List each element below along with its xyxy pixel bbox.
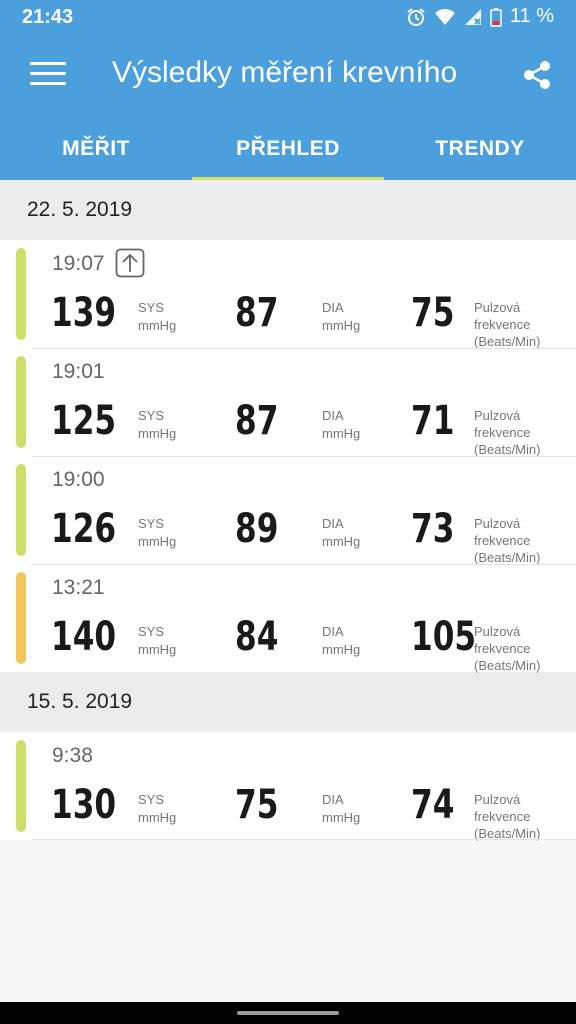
alarm-icon	[407, 7, 425, 26]
diastolic-unit: DIA mmHg	[322, 408, 361, 441]
status-icons: 11 %	[406, 5, 554, 28]
measurement-time: 13:21	[52, 576, 105, 599]
date-header: 22. 5. 2019	[0, 180, 576, 240]
tab-bar: MĚŘIT PŘEHLED TRENDY	[0, 118, 576, 180]
diastolic-value: 84	[235, 614, 279, 660]
system-nav-bar	[0, 1002, 576, 1024]
measurement-time: 19:07	[52, 252, 105, 275]
pulse-value: 74	[411, 782, 455, 828]
diastolic-value: 87	[235, 398, 279, 444]
diastolic-value: 75	[235, 782, 279, 828]
status-indicator	[16, 572, 26, 664]
battery-icon	[490, 7, 502, 27]
measurement-list: 22. 5. 2019 19:07 139 SYS mmHg 87 DIA mmHg…	[0, 180, 576, 841]
measurement-row[interactable]: 13:21 140 SYS mmHg 84 DIA mmHg 105 Pulzová…	[0, 564, 576, 673]
menu-icon	[30, 62, 66, 85]
home-gesture-handle[interactable]	[237, 1011, 339, 1015]
systolic-value: 130	[51, 782, 117, 828]
diastolic-unit: DIA mmHg	[322, 624, 361, 657]
status-bar: 21:43 11 %	[0, 0, 576, 34]
diastolic-unit: DIA mmHg	[322, 792, 361, 825]
tab-prehled[interactable]: PŘEHLED	[192, 118, 384, 180]
menu-button[interactable]	[30, 62, 66, 90]
status-indicator	[16, 464, 26, 556]
signal-icon	[464, 8, 481, 25]
measurement-time: 9:38	[52, 744, 93, 767]
wifi-icon	[434, 8, 455, 25]
pulse-unit: Pulzová frekvence (Beats/Min)	[474, 300, 541, 349]
share-icon	[524, 61, 550, 89]
measurement-time: 19:01	[52, 360, 105, 383]
pulse-value: 75	[411, 290, 455, 336]
pulse-unit: Pulzová frekvence (Beats/Min)	[474, 792, 541, 841]
app-bar: 21:43 11 % Výsledky měření krevního MĚŘI…	[0, 0, 576, 180]
upload-icon	[115, 248, 145, 278]
pulse-unit: Pulzová frekvence (Beats/Min)	[474, 624, 541, 673]
systolic-unit: SYS mmHg	[138, 516, 177, 549]
page-title: Výsledky měření krevního	[112, 56, 458, 89]
tab-trendy[interactable]: TRENDY	[384, 118, 576, 180]
measurement-row[interactable]: 9:38 130 SYS mmHg 75 DIA mmHg 74 Pulzová fr…	[0, 732, 576, 841]
systolic-value: 126	[51, 506, 117, 552]
status-time: 21:43	[22, 6, 74, 28]
share-button[interactable]	[520, 58, 554, 92]
diastolic-value: 87	[235, 290, 279, 336]
diastolic-unit: DIA mmHg	[322, 516, 361, 549]
systolic-unit: SYS mmHg	[138, 792, 177, 825]
measurement-row[interactable]: 19:01 125 SYS mmHg 87 DIA mmHg 71 Pulzová f…	[0, 348, 576, 457]
tab-merit[interactable]: MĚŘIT	[0, 118, 192, 180]
systolic-value: 125	[51, 398, 117, 444]
diastolic-unit: DIA mmHg	[322, 300, 361, 333]
systolic-unit: SYS mmHg	[138, 408, 177, 441]
date-header: 15. 5. 2019	[0, 672, 576, 732]
measurement-time: 19:00	[52, 468, 105, 491]
pulse-unit: Pulzová frekvence (Beats/Min)	[474, 408, 541, 457]
systolic-value: 140	[51, 614, 117, 660]
systolic-unit: SYS mmHg	[138, 624, 177, 657]
diastolic-value: 89	[235, 506, 279, 552]
toolbar: Výsledky měření krevního	[0, 40, 576, 112]
systolic-value: 139	[51, 290, 117, 336]
pulse-value: 73	[411, 506, 455, 552]
battery-level: 11 %	[509, 5, 554, 27]
pulse-value: 105	[411, 614, 477, 660]
systolic-unit: SYS mmHg	[138, 300, 177, 333]
pulse-value: 71	[411, 398, 455, 444]
measurement-row[interactable]: 19:00 126 SYS mmHg 89 DIA mmHg 73 Pulzová f…	[0, 456, 576, 565]
measurement-row[interactable]: 19:07 139 SYS mmHg 87 DIA mmHg 75 Pulzová f…	[0, 240, 576, 349]
status-indicator	[16, 248, 26, 340]
pulse-unit: Pulzová frekvence (Beats/Min)	[474, 516, 541, 565]
status-indicator	[16, 740, 26, 832]
status-indicator	[16, 356, 26, 448]
